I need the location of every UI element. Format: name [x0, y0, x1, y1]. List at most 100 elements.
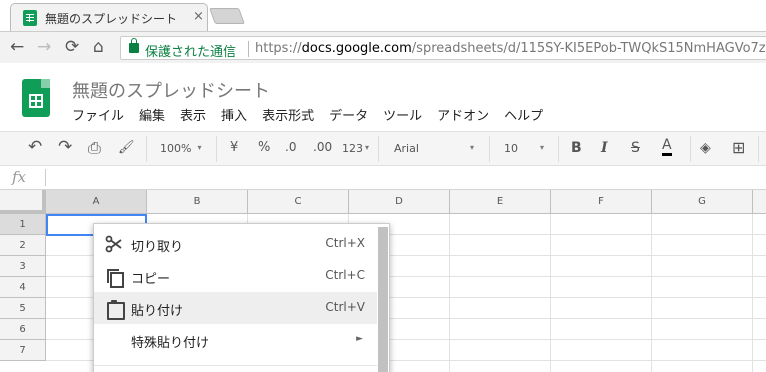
chevron-down-icon: ▾: [365, 143, 370, 152]
secure-label: 保護された通信: [145, 45, 237, 60]
url-scheme: https://: [255, 41, 302, 56]
menu-help[interactable]: ヘルプ: [504, 105, 543, 124]
row-header[interactable]: 6: [0, 319, 46, 340]
font-size-value: 10: [504, 142, 518, 155]
paste-icon: [105, 299, 125, 320]
row-header[interactable]: 1: [0, 214, 46, 235]
row-header[interactable]: 2: [0, 235, 46, 256]
column-header[interactable]: D: [349, 190, 450, 214]
docs-header: 無題のスプレッドシート ファイル 編集 表示 挿入 表示形式 データ ツール ア…: [0, 63, 766, 131]
formula-bar[interactable]: fx: [0, 166, 766, 190]
chevron-down-icon: ▾: [540, 143, 545, 152]
menu-edit[interactable]: 編集: [139, 105, 165, 124]
new-tab-button[interactable]: [209, 8, 245, 24]
menu-file[interactable]: ファイル: [72, 105, 124, 124]
fill-color-icon[interactable]: ◈: [700, 140, 711, 156]
context-menu: 切り取り Ctrl+X コピー Ctrl+C 貼り付け Ctrl+V 特殊貼り付…: [93, 223, 390, 372]
fx-icon: fx: [12, 168, 27, 186]
italic-button[interactable]: I: [601, 140, 608, 156]
doc-title[interactable]: 無題のスプレッドシート: [72, 77, 270, 103]
column-header[interactable]: E: [450, 190, 551, 214]
toolbar-divider: [146, 136, 147, 162]
chevron-down-icon: ▾: [197, 143, 202, 152]
undo-icon[interactable]: ↶: [28, 137, 42, 157]
menu-item-label: 切り取り: [131, 240, 184, 255]
reload-icon[interactable]: ⟳: [65, 37, 79, 57]
format-toolbar: ↶ ↷ ⎙ 🖌 100% ▾ ¥ % .0 .00 123 ▾ Arial ▾ 10 ▾…: [0, 131, 766, 166]
menu-view[interactable]: 表示: [180, 105, 206, 124]
column-header[interactable]: F: [551, 190, 652, 214]
print-icon[interactable]: ⎙: [88, 138, 101, 158]
address-bar[interactable]: 保護された通信 https://docs.google.com/spreadsh…: [120, 36, 766, 60]
toolbar-divider: [558, 136, 559, 162]
omnibox-divider: [248, 41, 249, 57]
increase-decimal-button[interactable]: .00: [313, 140, 332, 154]
sheets-favicon-icon: [23, 10, 37, 26]
more-formats-select[interactable]: 123 ▾: [342, 142, 369, 155]
menu-item-shortcut: Ctrl+V: [325, 300, 365, 314]
row-header[interactable]: 5: [0, 298, 46, 319]
bold-button[interactable]: B: [571, 140, 582, 156]
menu-item-shortcut: Ctrl+X: [325, 236, 365, 250]
toolbar-divider: [690, 136, 691, 162]
menu-item-paste-special[interactable]: 特殊貼り付け ►: [94, 324, 377, 356]
decrease-decimal-button[interactable]: .0: [285, 140, 296, 154]
row-header[interactable]: 7: [0, 340, 46, 361]
column-header[interactable]: [753, 190, 766, 214]
font-size-select[interactable]: 10 ▾: [504, 142, 544, 155]
sheets-logo-icon[interactable]: [22, 79, 50, 117]
redo-icon[interactable]: ↷: [58, 137, 72, 157]
url-path: /spreadsheets/d/115SY-KI5EPob-TWQkS15NmH…: [411, 41, 766, 56]
submenu-arrow-icon: ►: [356, 334, 363, 344]
menu-data[interactable]: データ: [329, 105, 368, 124]
back-icon[interactable]: ←: [10, 37, 24, 57]
row-header[interactable]: 3: [0, 256, 46, 277]
borders-icon[interactable]: ⊞: [732, 138, 745, 157]
toolbar-divider: [216, 136, 217, 162]
font-family-select[interactable]: Arial ▾: [394, 142, 474, 155]
menu-item-cut[interactable]: 切り取り Ctrl+X: [94, 228, 377, 260]
select-all-corner[interactable]: [0, 190, 46, 214]
menu-item-label: コピー: [131, 272, 171, 287]
strikethrough-button[interactable]: S: [631, 140, 640, 156]
text-color-button[interactable]: A: [662, 137, 672, 156]
chevron-down-icon: ▾: [470, 143, 475, 152]
menu-divider: [94, 365, 377, 366]
zoom-select[interactable]: 100% ▾: [160, 142, 201, 155]
more-formats-label: 123: [342, 142, 363, 155]
copy-icon: [105, 267, 124, 288]
column-header[interactable]: G: [652, 190, 753, 214]
forward-icon[interactable]: →: [37, 37, 51, 57]
zoom-value: 100%: [160, 142, 192, 155]
url-host: docs.google.com: [301, 41, 412, 56]
toolbar-divider: [378, 136, 379, 162]
menu-item-paste[interactable]: 貼り付け Ctrl+V: [94, 292, 377, 324]
column-header[interactable]: B: [147, 190, 248, 214]
url-text[interactable]: https://docs.google.com/spreadsheets/d/1…: [255, 41, 766, 56]
browser-tabstrip: 無題のスプレッドシート - Goo ×: [0, 0, 766, 31]
percent-format-button[interactable]: %: [258, 140, 270, 155]
menu-tools[interactable]: ツール: [383, 105, 422, 124]
menu-item-shortcut: Ctrl+C: [325, 268, 365, 282]
formula-divider: [45, 169, 46, 186]
paint-format-icon[interactable]: 🖌: [118, 140, 135, 155]
menu-addons[interactable]: アドオン: [437, 105, 489, 124]
menu-item-label: 特殊貼り付け: [131, 336, 210, 351]
menu-insert[interactable]: 挿入: [221, 105, 247, 124]
browser-tab[interactable]: 無題のスプレッドシート - Goo ×: [10, 3, 208, 31]
column-header[interactable]: C: [248, 190, 349, 214]
lock-icon: [129, 38, 139, 53]
menu-format[interactable]: 表示形式: [262, 105, 314, 124]
row-header[interactable]: 4: [0, 277, 46, 298]
column-header[interactable]: A: [46, 190, 147, 214]
menu-item-label: 貼り付け: [131, 304, 184, 319]
scissors-icon: [105, 235, 122, 253]
menu-item-copy[interactable]: コピー Ctrl+C: [94, 260, 377, 292]
home-icon[interactable]: ⌂: [93, 37, 104, 57]
tab-close-icon[interactable]: ×: [193, 9, 204, 24]
currency-format-button[interactable]: ¥: [230, 140, 238, 155]
browser-toolbar: ← → ⟳ ⌂ 保護された通信 https://docs.google.com/…: [0, 31, 766, 63]
menu-scrollbar[interactable]: [378, 227, 388, 372]
toolbar-divider: [758, 136, 759, 162]
font-family-value: Arial: [394, 142, 419, 155]
